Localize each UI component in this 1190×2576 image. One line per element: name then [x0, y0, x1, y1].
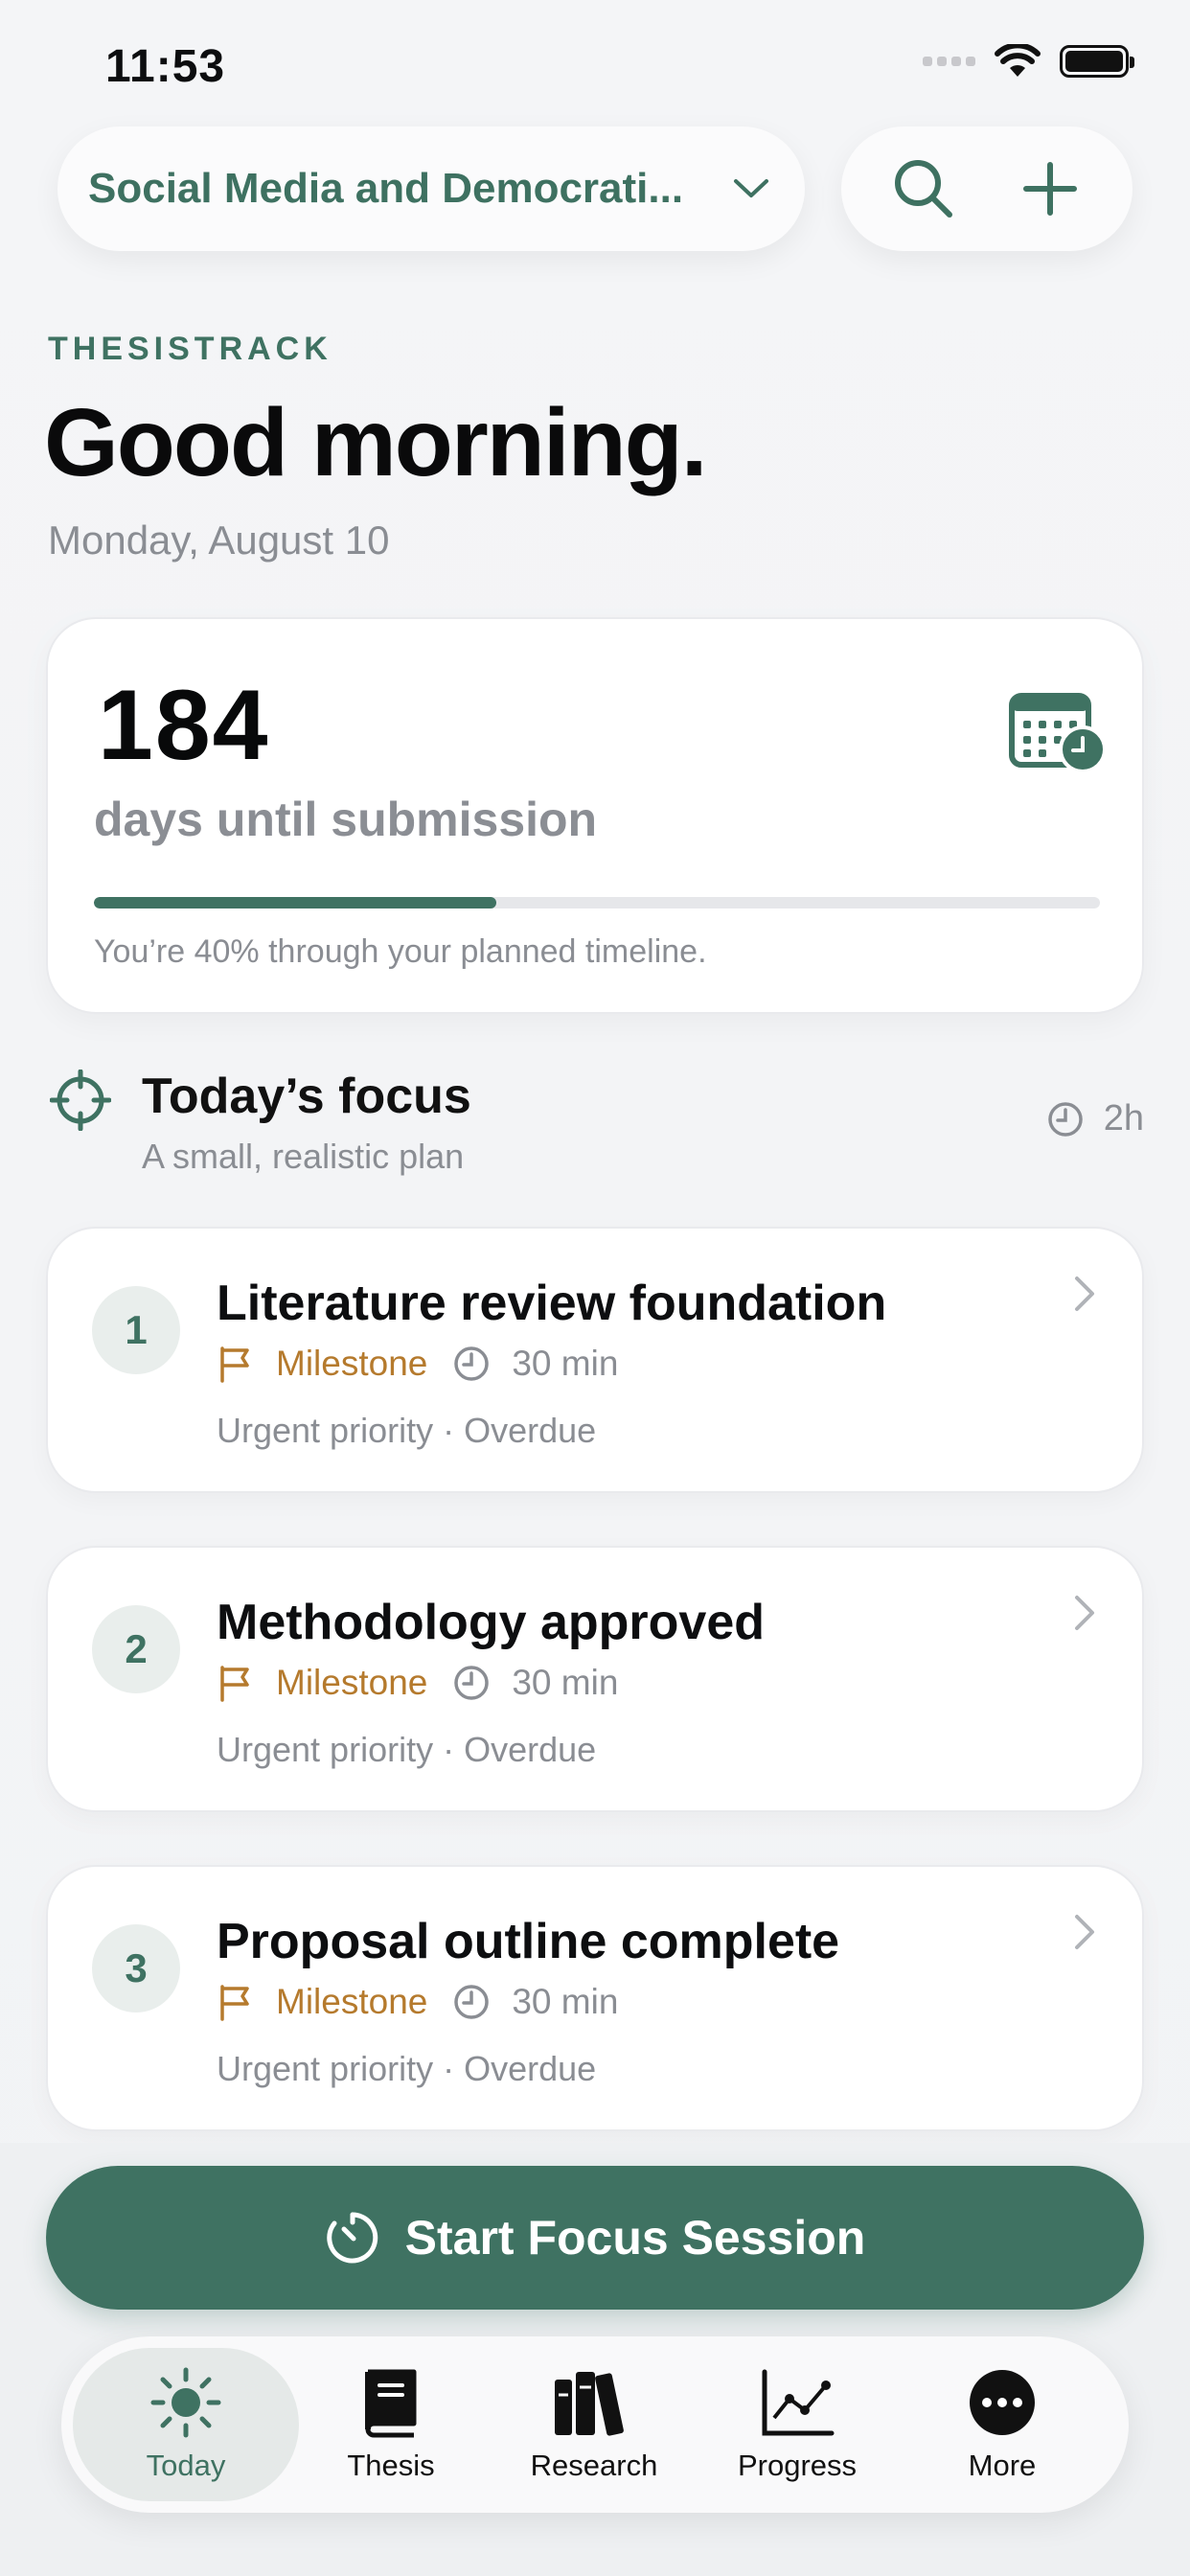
task-title: Methodology approved: [217, 1595, 765, 1650]
calendar-clock-icon: [1009, 693, 1107, 773]
clock-icon: [454, 1346, 490, 1381]
focus-task-card[interactable]: 3 Proposal outline complete Milestone 30…: [46, 1865, 1144, 2131]
task-type: Milestone: [276, 1982, 428, 2021]
focus-subtitle: A small, realistic plan: [142, 1137, 465, 1176]
search-button[interactable]: [881, 146, 967, 232]
task-number: 3: [92, 1924, 180, 2012]
task-type: Milestone: [276, 1663, 428, 1702]
focus-task-card[interactable]: 2 Methodology approved Milestone 30 min …: [46, 1546, 1144, 1812]
page-title: Good morning.: [44, 389, 708, 496]
submission-countdown-card[interactable]: 184 days until submission You’re 40% thr…: [46, 617, 1144, 1014]
chevron-right-icon: [1075, 1276, 1094, 1311]
plus-icon: [1023, 162, 1077, 216]
tab-label: Research: [530, 2449, 658, 2482]
search-icon: [895, 160, 952, 218]
cellular-signal-icon: [923, 57, 975, 66]
task-duration: 30 min: [512, 1344, 619, 1383]
timeline-progress-bar: [94, 897, 1100, 908]
books-icon: [555, 2372, 624, 2436]
tab-research[interactable]: Research: [481, 2348, 707, 2501]
current-date: Monday, August 10: [48, 518, 390, 563]
chevron-right-icon: [1075, 1596, 1094, 1630]
flag-icon: [220, 1985, 249, 2021]
timeline-progress-fill: [94, 897, 496, 908]
task-title: Literature review foundation: [217, 1276, 887, 1331]
chevron-right-icon: [1075, 1915, 1094, 1949]
more-icon: [970, 2370, 1035, 2435]
start-focus-session-button[interactable]: Start Focus Session: [46, 2166, 1144, 2310]
days-remaining-label: days until submission: [94, 793, 598, 846]
tab-label: Thesis: [347, 2449, 435, 2482]
chart-icon: [762, 2369, 835, 2436]
days-remaining: 184: [98, 670, 270, 781]
status-indicators: [923, 44, 1134, 79]
tab-today[interactable]: Today: [73, 2348, 299, 2501]
clock-icon: [454, 1666, 490, 1700]
status-time: 11:53: [105, 41, 226, 92]
focus-section-header: Today’s focus A small, realistic plan 2h: [46, 1064, 1144, 1179]
task-status: Urgent priority · Overdue: [217, 1730, 597, 1769]
clock-icon: [1047, 1101, 1083, 1137]
task-duration: 30 min: [512, 1663, 619, 1702]
tab-more[interactable]: More: [889, 2348, 1115, 2501]
app-brand: THESISTRACK: [48, 331, 332, 367]
flag-icon: [220, 1346, 249, 1383]
task-number: 2: [92, 1605, 180, 1693]
focus-total-time-value: 2h: [1103, 1098, 1144, 1138]
task-meta: Milestone 30 min: [217, 1344, 618, 1384]
task-number: 1: [92, 1286, 180, 1374]
flag-icon: [220, 1666, 249, 1702]
project-title: Social Media and Democrati...: [88, 165, 684, 212]
task-status: Urgent priority · Overdue: [217, 1411, 597, 1450]
tab-label: More: [968, 2449, 1037, 2482]
focus-title: Today’s focus: [142, 1069, 471, 1124]
task-type: Milestone: [276, 1344, 428, 1383]
project-selector[interactable]: Social Media and Democrati...: [57, 126, 805, 251]
start-focus-session-label: Start Focus Session: [404, 2211, 866, 2265]
today-screen: 11:53 Social Media and Democrati... THES…: [0, 0, 1190, 2576]
tab-progress[interactable]: Progress: [684, 2348, 910, 2501]
chevron-down-icon: [734, 179, 768, 197]
task-title: Proposal outline complete: [217, 1914, 840, 1969]
task-meta: Milestone 30 min: [217, 1663, 618, 1703]
sun-icon: [150, 2367, 221, 2438]
battery-icon: [1060, 45, 1134, 78]
tab-bar: Today Thesis Research Progress More: [61, 2336, 1129, 2513]
task-duration: 30 min: [512, 1982, 619, 2021]
timer-icon: [326, 2212, 378, 2264]
wifi-icon: [995, 44, 1041, 79]
task-meta: Milestone 30 min: [217, 1982, 618, 2022]
tab-label: Progress: [737, 2449, 858, 2482]
tab-thesis[interactable]: Thesis: [278, 2348, 504, 2501]
crosshair-icon: [50, 1070, 111, 1131]
add-button[interactable]: [1007, 146, 1093, 232]
book-icon: [365, 2369, 417, 2438]
focus-total-time: 2h: [1046, 1098, 1144, 1139]
tab-label: Today: [146, 2449, 226, 2482]
clock-icon: [454, 1985, 490, 2019]
task-status: Urgent priority · Overdue: [217, 2049, 597, 2088]
header-actions: [841, 126, 1133, 251]
timeline-progress-caption: You’re 40% through your planned timeline…: [94, 933, 707, 970]
focus-task-card[interactable]: 1 Literature review foundation Milestone…: [46, 1227, 1144, 1493]
